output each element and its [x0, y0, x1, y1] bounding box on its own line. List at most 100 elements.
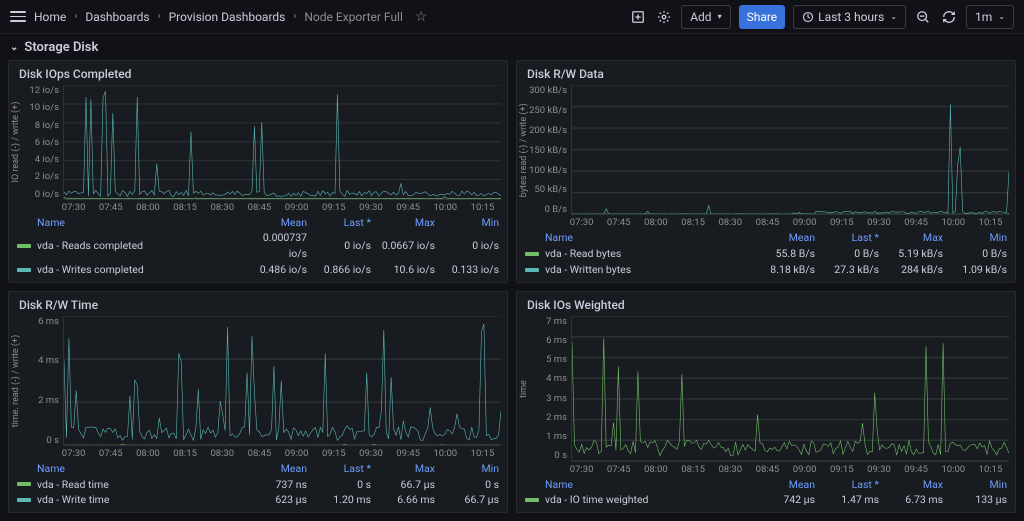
legend-value: 1.47 ms [815, 492, 879, 508]
legend-value: 0 io/s [307, 238, 371, 254]
add-panel-icon[interactable] [629, 8, 647, 26]
x-tick: 09:30 [860, 217, 897, 228]
gear-icon[interactable] [655, 8, 673, 26]
y-tick: 4 ms [546, 373, 567, 384]
legend-value: 66.7 µs [435, 492, 499, 508]
share-button[interactable]: Share [739, 5, 786, 29]
x-tick: 09:15 [315, 202, 352, 213]
time-picker[interactable]: Last 3 hours⌄ [793, 5, 906, 29]
crumb-home[interactable]: Home [34, 10, 66, 24]
panel: Disk IOps Completed IO read (-) / write … [8, 60, 508, 283]
y-tick: 0 s [554, 450, 567, 461]
panel: Disk R/W Data bytes read (-) / write (+)… [516, 60, 1016, 283]
series-name: vda - Reads completed [37, 238, 243, 254]
x-tick: 07:30 [55, 448, 92, 459]
x-tick: 09:30 [860, 464, 897, 475]
star-icon[interactable]: ☆ [415, 9, 428, 25]
chart[interactable] [63, 316, 501, 446]
y-tick: 4 ms [38, 355, 59, 366]
y-tick: 250 kB/s [529, 105, 567, 116]
legend-value: 0 s [435, 477, 499, 493]
y-tick: 200 kB/s [529, 125, 567, 136]
y-axis-label: IO read (-) / write (+) [11, 85, 21, 200]
legend-header: NameMeanLast *MaxMin [17, 461, 499, 477]
x-tick: 09:30 [352, 202, 389, 213]
add-button[interactable]: Add▾ [681, 5, 730, 29]
y-tick: 300 kB/s [529, 85, 567, 96]
legend-value: 27.3 kB/s [815, 262, 879, 278]
legend-value: 742 µs [751, 492, 815, 508]
chart[interactable] [571, 316, 1009, 462]
x-tick: 08:30 [204, 448, 241, 459]
y-tick: 0 B/s [545, 204, 567, 215]
plot-area: bytes read (-) / write (+) 300 kB/s 250 k… [517, 83, 1015, 215]
y-tick: 6 ms [38, 316, 59, 327]
x-tick: 09:45 [898, 217, 935, 228]
y-ticks: 6 ms4 ms2 ms0 s [21, 316, 63, 446]
legend-row[interactable]: vda - IO time weighted742 µs1.47 ms6.73 … [525, 492, 1007, 508]
legend-row[interactable]: vda - Writes completed0.486 io/s0.866 io… [17, 262, 499, 278]
legend-value: 0 B/s [943, 246, 1007, 262]
x-tick: 10:00 [427, 448, 464, 459]
row-header[interactable]: ⌄ Storage Disk [0, 34, 1024, 60]
y-tick: 2 ms [546, 412, 567, 423]
y-tick: 0 s [46, 435, 59, 446]
x-tick: 10:00 [427, 202, 464, 213]
legend: NameMeanLast *MaxMinvda - Read bytes55.8… [517, 228, 1015, 281]
plot-area: time 7 ms6 ms5 ms4 ms3 ms2 ms1 ms0 s [517, 314, 1015, 462]
x-tick: 08:15 [675, 217, 712, 228]
crumb-dashboards[interactable]: Dashboards [85, 10, 149, 24]
legend-row[interactable]: vda - Read time737 ns0 s66.7 µs0 s [17, 477, 499, 493]
panels-grid: Disk IOps Completed IO read (-) / write … [0, 60, 1024, 521]
chevron-right-icon: › [74, 11, 77, 22]
plot-area: IO read (-) / write (+) 12 io/s10 io/s8 … [9, 83, 507, 200]
x-tick: 07:45 [92, 202, 129, 213]
refresh-icon[interactable] [940, 8, 958, 26]
y-tick: 0 io/s [35, 189, 59, 200]
legend-value: 0.486 io/s [243, 262, 307, 278]
legend-header: NameMeanLast *MaxMin [525, 477, 1007, 493]
panel-title[interactable]: Disk IOs Weighted [517, 292, 1015, 314]
legend-row[interactable]: vda - Reads completed0.000737 io/s0 io/s… [17, 230, 499, 262]
chart[interactable] [571, 85, 1009, 215]
chart[interactable] [63, 85, 501, 200]
x-tick: 09:00 [278, 448, 315, 459]
y-axis-label: time. read (-) / write (+) [11, 316, 21, 446]
legend: NameMeanLast *MaxMinvda - Reads complete… [9, 213, 507, 282]
chevron-down-icon: ⌄ [10, 42, 18, 53]
panel-title[interactable]: Disk IOps Completed [9, 61, 507, 83]
x-tick: 08:15 [675, 464, 712, 475]
crumb-folder[interactable]: Provision Dashboards [169, 10, 286, 24]
legend-row[interactable]: vda - Written bytes8.18 kB/s27.3 kB/s284… [525, 262, 1007, 278]
x-tick: 08:00 [637, 464, 674, 475]
legend-value: 0 B/s [815, 246, 879, 262]
y-axis-label: bytes read (-) / write (+) [519, 85, 529, 215]
x-ticks: 07:3007:4508:0008:1508:3008:4509:0009:15… [9, 446, 507, 459]
menu-icon[interactable] [10, 11, 26, 22]
refresh-interval[interactable]: 1m⌄ [966, 5, 1014, 29]
legend-value: 1.20 ms [307, 492, 371, 508]
x-tick: 08:00 [129, 448, 166, 459]
y-axis-label: time [519, 316, 529, 462]
y-tick: 12 io/s [29, 85, 59, 96]
x-tick: 10:15 [972, 217, 1009, 228]
panel-title[interactable]: Disk R/W Data [517, 61, 1015, 83]
legend-value: 8.18 kB/s [751, 262, 815, 278]
series-name: vda - Read time [37, 477, 243, 493]
x-tick: 09:45 [390, 448, 427, 459]
panel: Disk IOs Weighted time 7 ms6 ms5 ms4 ms3… [516, 291, 1016, 514]
panel-title[interactable]: Disk R/W Time [9, 292, 507, 314]
x-tick: 07:45 [92, 448, 129, 459]
zoom-out-icon[interactable] [914, 8, 932, 26]
panel: Disk R/W Time time. read (-) / write (+)… [8, 291, 508, 514]
y-tick: 2 io/s [35, 171, 59, 182]
x-tick: 08:30 [712, 464, 749, 475]
legend-value: 0.866 io/s [307, 262, 371, 278]
legend-value: 284 kB/s [879, 262, 943, 278]
x-tick: 10:15 [464, 202, 501, 213]
legend-value: 5.19 kB/s [879, 246, 943, 262]
legend-row[interactable]: vda - Write time623 µs1.20 ms6.66 ms66.7… [17, 492, 499, 508]
legend-row[interactable]: vda - Read bytes55.8 B/s0 B/s5.19 kB/s0 … [525, 246, 1007, 262]
x-tick: 07:30 [563, 464, 600, 475]
legend-value: 0.133 io/s [435, 262, 499, 278]
